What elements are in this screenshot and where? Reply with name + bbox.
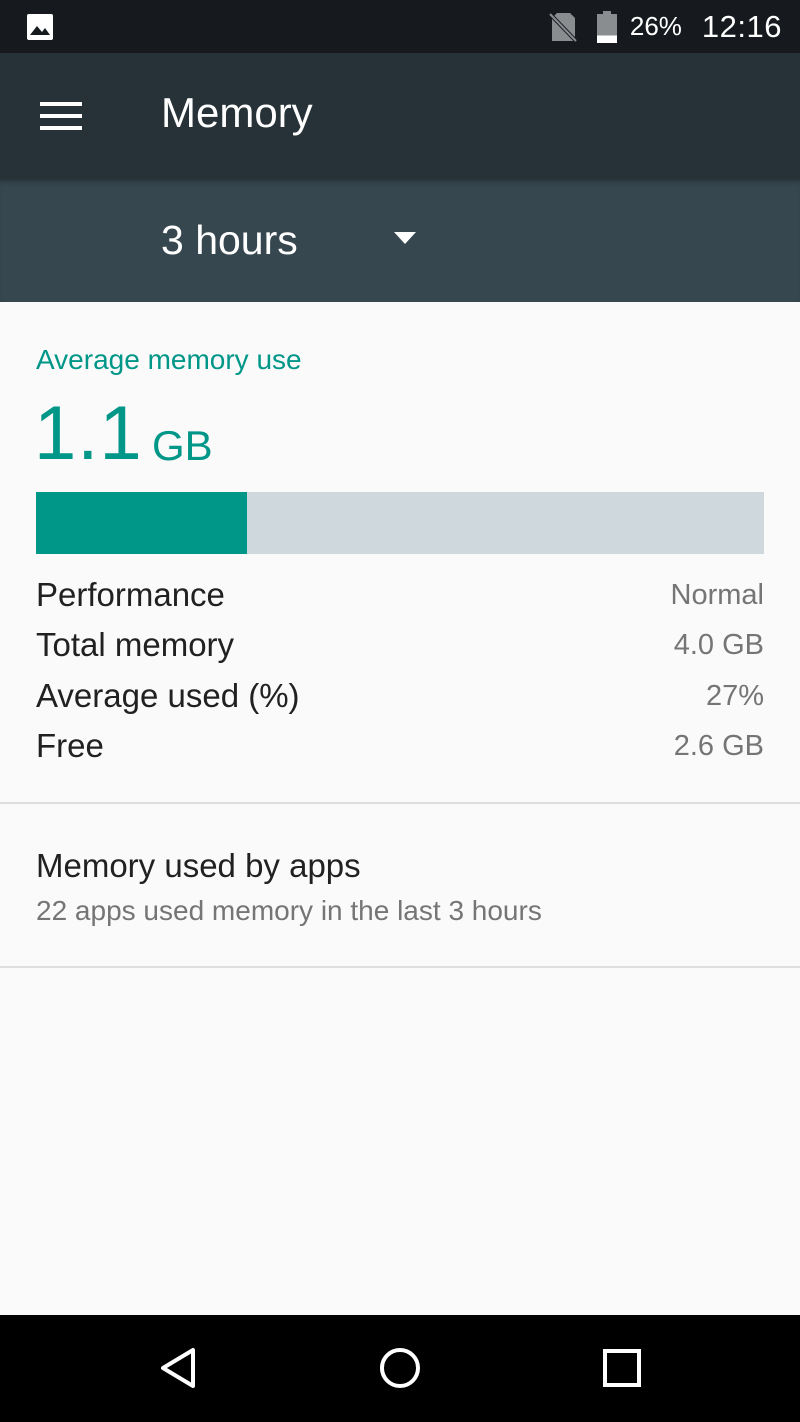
back-icon xyxy=(161,1348,195,1388)
recents-button[interactable] xyxy=(587,1335,657,1401)
apps-item-subtitle: 22 apps used memory in the last 3 hours xyxy=(36,895,542,926)
status-time: 12:16 xyxy=(701,8,782,44)
duration-dropdown[interactable]: 3 hours xyxy=(140,197,440,287)
back-button[interactable] xyxy=(143,1335,213,1401)
stat-label: Total memory xyxy=(36,626,235,663)
average-memory-unit: GB xyxy=(152,422,213,469)
stat-label: Performance xyxy=(36,576,225,613)
memory-usage-bar xyxy=(36,492,764,554)
stat-row-average-used: Average used (%) 27% xyxy=(36,677,764,723)
average-memory-value: 1.1 xyxy=(34,391,143,476)
stat-label: Free xyxy=(36,727,104,764)
stat-value: 27% xyxy=(705,680,764,712)
duration-bar: 3 hours xyxy=(0,179,800,302)
dropdown-arrow-icon xyxy=(394,232,416,244)
app-bar: Memory xyxy=(0,53,800,179)
memory-usage-bar-fill xyxy=(36,492,248,554)
apps-item-title: Memory used by apps xyxy=(36,847,361,884)
stat-label: Average used (%) xyxy=(36,677,300,714)
stat-value: 4.0 GB xyxy=(673,629,764,661)
page-title: Memory xyxy=(161,89,313,136)
divider xyxy=(0,966,800,968)
summary-heading: Average memory use xyxy=(36,344,302,375)
status-icons: 26% 12:16 xyxy=(548,0,782,53)
navigation-bar xyxy=(0,1315,800,1422)
memory-used-by-apps-item[interactable]: Memory used by apps 22 apps used memory … xyxy=(0,804,800,966)
menu-button[interactable] xyxy=(26,82,96,150)
hamburger-menu-icon xyxy=(40,102,82,130)
no-sim-icon xyxy=(548,12,578,42)
screen: 26% 12:16 Memory 3 hours Average memory … xyxy=(0,0,800,1422)
stat-row-total-memory: Total memory 4.0 GB xyxy=(36,626,764,672)
duration-selected-label: 3 hours xyxy=(161,217,298,263)
recents-icon xyxy=(603,1349,641,1387)
status-bar: 26% 12:16 xyxy=(0,0,800,53)
battery-icon xyxy=(596,10,617,43)
stat-value: 2.6 GB xyxy=(673,730,764,762)
home-icon xyxy=(380,1348,420,1388)
memory-summary: Average memory use 1.1 GB Performance No… xyxy=(0,302,800,802)
stat-row-free: Free 2.6 GB xyxy=(36,727,764,773)
gallery-icon xyxy=(27,14,53,40)
home-button[interactable] xyxy=(365,1335,435,1401)
stat-row-performance: Performance Normal xyxy=(36,576,764,622)
stat-value: Normal xyxy=(670,579,764,611)
battery-percent: 26% xyxy=(629,11,682,41)
